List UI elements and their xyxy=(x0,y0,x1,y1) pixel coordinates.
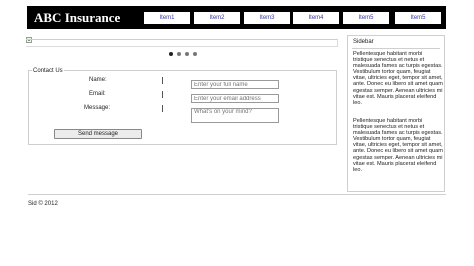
nav-item-5[interactable]: Item5 xyxy=(343,12,389,24)
sidebar: Sidebar Pellentesque habitant morbi tris… xyxy=(347,35,445,192)
email-separator xyxy=(162,91,163,98)
sidebar-paragraph-1: Pellentesque habitant morbi tristique se… xyxy=(353,51,443,106)
message-label: Message: xyxy=(84,105,111,111)
sidebar-divider xyxy=(352,48,440,49)
email-input[interactable] xyxy=(191,94,279,103)
image-slider xyxy=(26,37,340,61)
footer-copyright: Sid © 2012 xyxy=(28,201,58,207)
nav-item-3[interactable]: Item3 xyxy=(244,12,290,24)
slider-frame xyxy=(26,39,338,47)
slider-dot-1[interactable] xyxy=(169,52,173,56)
sidebar-paragraph-2: Pellentesque habitant morbi tristique se… xyxy=(353,118,443,173)
message-separator xyxy=(162,105,163,112)
contact-legend: Contact Us xyxy=(32,67,64,75)
name-input[interactable] xyxy=(191,80,279,89)
message-textarea[interactable] xyxy=(191,108,279,123)
nav-item-2[interactable]: Item2 xyxy=(194,12,240,24)
nav-item-6[interactable]: Item5 xyxy=(395,12,441,24)
slider-dot-4[interactable] xyxy=(193,52,197,56)
send-message-button[interactable]: Send message xyxy=(54,129,142,139)
footer-divider xyxy=(28,194,446,195)
slider-dot-3[interactable] xyxy=(185,52,189,56)
site-header: ABC Insurance Item1 Item2 Item3 Item4 It… xyxy=(27,6,446,29)
contact-form: Contact Us Name: Email: Message: Send me… xyxy=(28,67,337,145)
slider-dot-2[interactable] xyxy=(177,52,181,56)
nav-item-1[interactable]: Item1 xyxy=(144,12,190,24)
sidebar-title: Sidebar xyxy=(353,39,374,45)
nav-item-4[interactable]: Item4 xyxy=(293,12,339,24)
email-label: Email: xyxy=(89,91,106,97)
site-brand: ABC Insurance xyxy=(34,10,121,25)
name-label: Name: xyxy=(89,77,107,83)
name-separator xyxy=(162,77,163,84)
